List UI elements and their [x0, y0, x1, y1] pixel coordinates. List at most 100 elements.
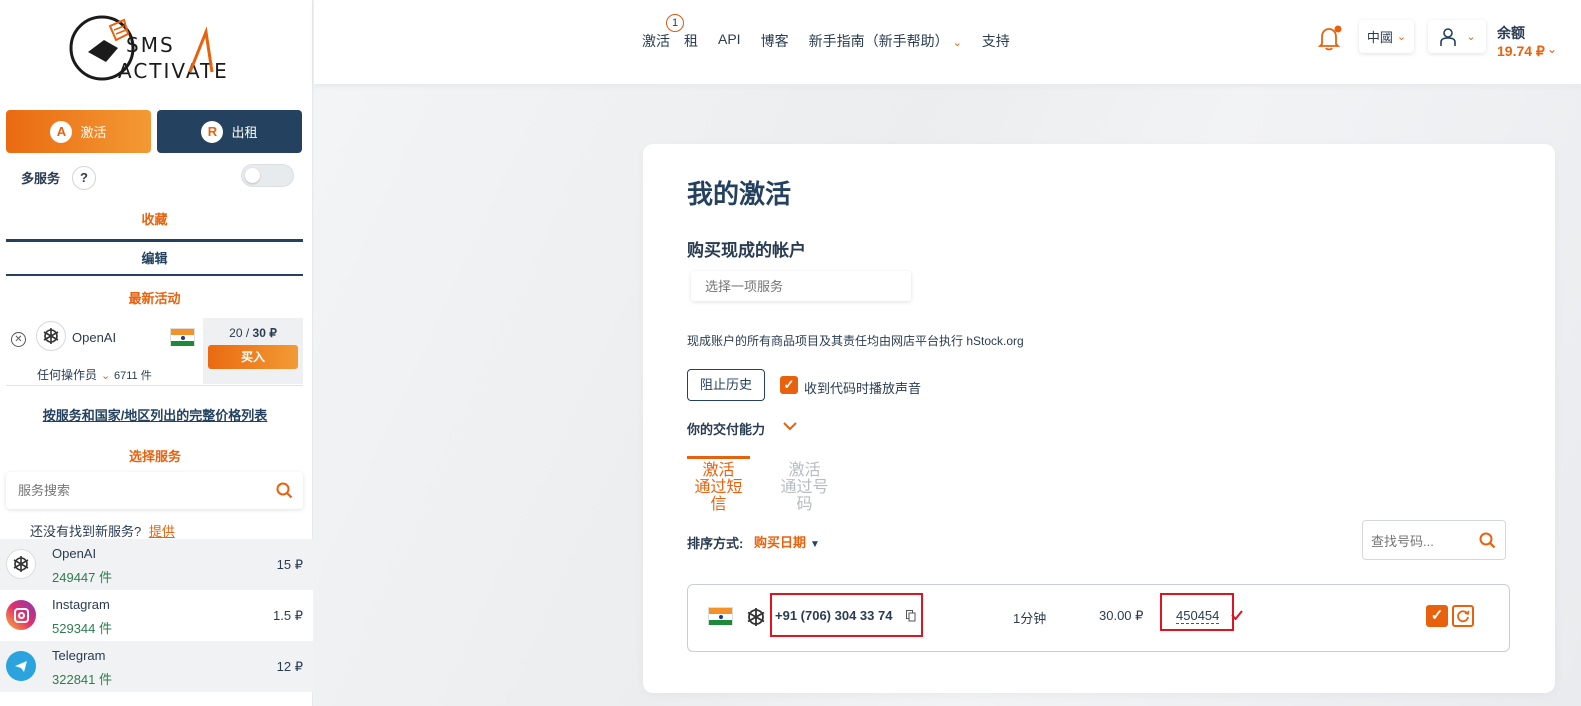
service-name: OpenAI	[52, 546, 97, 561]
service-price: 15 ₽	[276, 557, 303, 572]
tab-sms-line2: 通过短信	[694, 479, 743, 513]
service-item-telegram[interactable]: Telegram 322841 件 12 ₽	[0, 641, 313, 692]
openai-icon	[747, 608, 765, 626]
search-icon[interactable]	[276, 482, 293, 499]
elapsed-time: 1分钟	[1013, 611, 1047, 626]
service-search	[6, 472, 303, 509]
rent-mode-label: 出租	[231, 125, 258, 140]
chevron-down-icon: ⌄	[1466, 31, 1476, 43]
service-search-input[interactable]	[18, 480, 258, 500]
code-highlight-box	[1160, 593, 1234, 631]
operator-select[interactable]: 任何操作员 ⌄	[37, 366, 110, 383]
nav-api[interactable]: API	[718, 31, 741, 51]
chevron-down-icon: ⌄	[1396, 31, 1407, 43]
edit-label: 编辑	[141, 251, 168, 266]
tab-num-line1: 激活	[788, 462, 821, 479]
select-service-heading: 选择服务	[128, 449, 181, 464]
service-select[interactable]	[691, 271, 911, 301]
instagram-icon	[6, 600, 36, 630]
user-menu[interactable]: ⌄	[1428, 20, 1486, 53]
sound-checkbox[interactable]: ✓	[780, 376, 798, 394]
search-icon[interactable]	[1479, 532, 1496, 549]
chevron-down-icon	[783, 422, 797, 431]
multi-service-toggle[interactable]	[241, 164, 294, 187]
service-count: 529344 件	[52, 621, 112, 636]
price-list-link[interactable]: 按服务和国家/地区列出的完整价格列表	[0, 405, 310, 424]
sort-select[interactable]: 购买日期 ▼	[754, 532, 820, 551]
multi-service-help-icon[interactable]: ?	[72, 166, 96, 190]
activate-mode-button[interactable]: A 激活	[6, 110, 151, 153]
logo-text-sms: SMS	[126, 33, 175, 57]
service-count: 322841 件	[52, 672, 112, 687]
favorites-label: 收藏	[141, 212, 168, 227]
phone-highlight-box	[770, 593, 923, 637]
page-title: 我的激活	[687, 179, 792, 209]
caret-down-icon: ▼	[810, 539, 820, 550]
activity-service-name: OpenAI	[72, 330, 117, 345]
language-select[interactable]: 中國 ⌄	[1359, 20, 1414, 53]
notification-bell-icon[interactable]	[1316, 24, 1344, 52]
delivery-toggle[interactable]: 你的交付能力	[687, 419, 797, 438]
remove-icon[interactable]: ✕	[11, 332, 26, 347]
rent-logo-icon: R	[201, 120, 224, 143]
request-new-code-button[interactable]	[1452, 605, 1474, 627]
chevron-down-icon: ⌄	[952, 37, 962, 49]
service-price: 12 ₽	[276, 659, 303, 674]
balance-label: 余额	[1497, 25, 1525, 41]
rent-mode-button[interactable]: R 出租	[157, 110, 302, 153]
activity-stock: 6711 件	[114, 370, 152, 382]
service-item-openai[interactable]: OpenAI 249447 件 15 ₽	[0, 539, 313, 590]
activity-count-total: 30 ₽	[252, 326, 277, 340]
nav-activate[interactable]: 激活 1	[642, 14, 684, 51]
openai-icon	[6, 549, 36, 579]
india-flag-icon	[708, 607, 733, 625]
complete-activation-button[interactable]: ✓	[1426, 605, 1448, 627]
user-icon	[1440, 27, 1457, 46]
chevron-down-icon: ⌄	[101, 370, 111, 382]
tab-activation-sms[interactable]: 激活 通过短信	[687, 456, 750, 513]
activity-count-current: 20	[229, 326, 243, 340]
sort-value: 购买日期	[754, 535, 807, 550]
ready-accounts-heading: 购买现成的帐户	[687, 241, 806, 260]
service-count: 249447 件	[52, 570, 112, 585]
activation-price: 30.00 ₽	[1099, 608, 1144, 623]
service-item-instagram[interactable]: Instagram 529344 件 1.5 ₽	[0, 590, 313, 641]
nav-blog[interactable]: 博客	[761, 31, 789, 51]
activations-card: 我的激活 购买现成的帐户 现成账户的所有商品项目及其责任均由网店平台执行 hSt…	[643, 144, 1555, 693]
latest-activity-heading: 最新活动	[128, 291, 181, 306]
delivery-label: 你的交付能力	[687, 422, 766, 437]
edit-tab[interactable]: 编辑	[6, 245, 303, 276]
service-select-input[interactable]	[705, 277, 895, 295]
find-number-input[interactable]	[1371, 532, 1471, 550]
nav-activate-badge: 1	[666, 14, 684, 32]
tab-num-line2: 通过号码	[780, 479, 829, 513]
service-name: Instagram	[52, 597, 110, 612]
suggest-link[interactable]: 提供	[149, 524, 175, 539]
nav-guide-label: 新手指南（新手帮助）	[808, 33, 949, 49]
service-name: Telegram	[52, 648, 106, 663]
activate-mode-label: 激活	[80, 125, 107, 140]
favorites-tab[interactable]: 收藏	[6, 206, 303, 242]
not-found-label: 还没有找到新服务?	[30, 524, 142, 539]
activity-count-sep: /	[242, 326, 253, 340]
balance-chevron-icon[interactable]: ⌄	[1547, 42, 1557, 56]
nav-guide[interactable]: 新手指南（新手帮助） ⌄	[809, 31, 962, 51]
activation-logo-icon: A	[50, 120, 73, 143]
block-history-button[interactable]: 阻止历史	[687, 369, 765, 401]
india-flag-icon	[170, 328, 195, 346]
site-logo[interactable]: SMS ACTIVATE	[66, 12, 246, 88]
nav-support[interactable]: 支持	[982, 31, 1010, 51]
latest-activity-item: ✕ OpenAI 20 / 30 ₽ 买入 任何操作员 ⌄ 6711 件	[6, 318, 303, 386]
tab-activation-number[interactable]: 激活 通过号码	[773, 459, 836, 513]
telegram-icon	[6, 651, 36, 681]
main-nav: 激活 1 租 API 博客 新手指南（新手帮助） ⌄ 支持	[642, 14, 1030, 51]
nav-activate-label: 激活	[642, 33, 670, 49]
sidebar: SMS ACTIVATE A 激活 R 出租 多服务 ? 收藏 编辑 最新活动 …	[0, 0, 313, 706]
buy-button[interactable]: 买入	[208, 345, 298, 369]
nav-rent[interactable]: 租	[684, 31, 698, 51]
service-price: 1.5 ₽	[273, 608, 303, 623]
sound-checkbox-label: 收到代码时播放声音	[804, 381, 922, 396]
balance-value: 19.74 ₽	[1497, 43, 1545, 59]
activity-count: 20 / 30 ₽	[203, 326, 303, 340]
disclaimer-text: 现成账户的所有商品项目及其责任均由网店平台执行 hStock.org	[687, 334, 1024, 348]
